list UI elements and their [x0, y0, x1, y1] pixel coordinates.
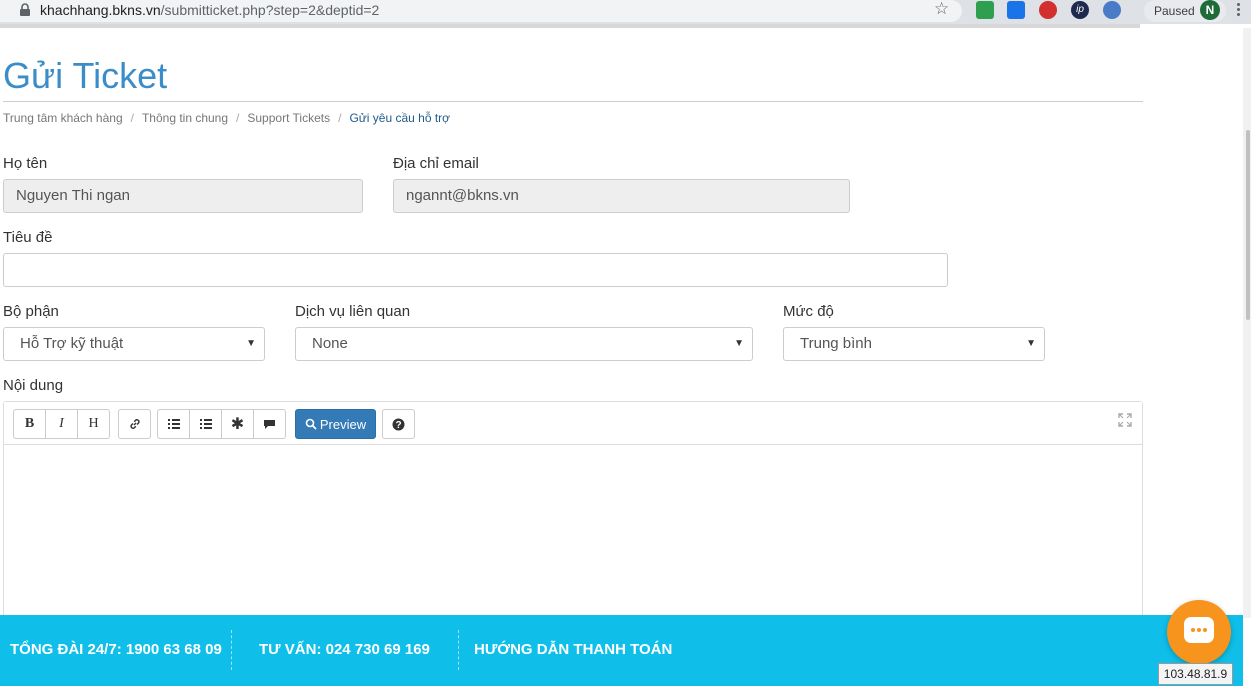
subject-label: Tiêu đề: [3, 229, 53, 246]
dropdown-arrow-icon: ▼: [1026, 338, 1036, 349]
footer-bar: TỔNG ĐÀI 24/7: 1900 63 68 09 TƯ VẤN: 024…: [0, 615, 1243, 686]
profile-status: Paused: [1154, 4, 1195, 18]
department-select[interactable]: Hỗ Trợ kỹ thuật ▼: [3, 327, 265, 361]
profile-button[interactable]: Paused N: [1144, 0, 1226, 22]
breadcrumb-current: Gửi yêu cầu hỗ trợ: [349, 111, 451, 125]
service-label: Dịch vụ liên quan: [295, 303, 411, 320]
help-button-group: ?: [382, 409, 415, 439]
dropdown-arrow-icon: ▼: [246, 338, 256, 349]
fullscreen-icon[interactable]: [1118, 413, 1132, 427]
page-title: Gửi Ticket: [3, 55, 168, 96]
content-label: Nội dung: [3, 377, 64, 394]
avatar: N: [1200, 0, 1220, 20]
chat-button[interactable]: [1167, 600, 1231, 664]
adblock-extension-icon[interactable]: [1039, 1, 1057, 19]
footer-divider: [231, 630, 232, 670]
format-button-group: B I H: [13, 409, 110, 439]
email-field[interactable]: ngannt@bkns.vn: [393, 179, 850, 213]
numbered-list-icon[interactable]: [189, 409, 222, 439]
bookmark-star-icon[interactable]: ☆: [934, 0, 949, 18]
quote-icon[interactable]: [253, 409, 286, 439]
email-label: Địa chỉ email: [393, 155, 479, 172]
asterisk-icon[interactable]: ✱: [221, 409, 254, 439]
dropdown-arrow-icon: ▼: [734, 338, 744, 349]
preview-label: Preview: [319, 416, 367, 432]
bullet-list-icon[interactable]: [157, 409, 190, 439]
heading-icon[interactable]: H: [77, 409, 110, 439]
breadcrumb-support-tickets-link[interactable]: Support Tickets: [247, 111, 330, 125]
list-button-group: ✱: [157, 409, 286, 439]
url-host: khachhang.bkns.vn: [40, 2, 161, 18]
italic-icon[interactable]: I: [45, 409, 78, 439]
page-scrollbar[interactable]: [1243, 28, 1251, 618]
svg-text:?: ?: [395, 420, 401, 431]
browser-menu-icon[interactable]: [1237, 3, 1241, 17]
extension-icon[interactable]: [1103, 1, 1121, 19]
content-editor[interactable]: B I H ✱ Preview ?: [3, 401, 1143, 621]
priority-label: Mức độ: [783, 303, 834, 320]
ip-extension-icon[interactable]: ip: [1071, 1, 1089, 19]
footer-consult[interactable]: TƯ VẤN: 024 730 69 169: [259, 641, 430, 659]
lock-icon: [20, 3, 30, 16]
link-icon[interactable]: [118, 409, 151, 439]
service-select[interactable]: None ▼: [295, 327, 753, 361]
footer-payment-guide-link[interactable]: HƯỚNG DẪN THANH TOÁN: [474, 641, 672, 659]
divider: [0, 24, 1140, 28]
search-icon: [305, 418, 317, 430]
scrollbar-thumb[interactable]: [1246, 130, 1250, 320]
extension-icon[interactable]: [976, 1, 994, 19]
priority-value: Trung bình: [800, 335, 872, 352]
department-value: Hỗ Trợ kỹ thuật: [20, 335, 124, 352]
browser-toolbar: khachhang.bkns.vn/submitticket.php?step=…: [0, 0, 1251, 24]
address-bar[interactable]: khachhang.bkns.vn/submitticket.php?step=…: [0, 0, 962, 22]
title-divider: [3, 101, 1143, 102]
url-text: khachhang.bkns.vn/submitticket.php?step=…: [40, 1, 379, 19]
preview-button[interactable]: Preview: [295, 409, 376, 439]
department-label: Bộ phận: [3, 303, 59, 320]
name-label: Họ tên: [3, 155, 48, 172]
bold-icon[interactable]: B: [13, 409, 46, 439]
subject-input[interactable]: [3, 253, 948, 287]
editor-toolbar: B I H ✱ Preview ?: [4, 402, 1142, 445]
service-value: None: [312, 335, 348, 352]
name-field[interactable]: Nguyen Thi ngan: [3, 179, 363, 213]
help-icon[interactable]: ?: [382, 409, 415, 439]
breadcrumb-general-link[interactable]: Thông tin chung: [142, 111, 228, 125]
chat-icon: [1184, 617, 1214, 643]
link-button-group: [118, 409, 151, 439]
breadcrumb: Trung tâm khách hàng / Thông tin chung / Sup…: [3, 111, 451, 125]
footer-hotline[interactable]: TỔNG ĐÀI 24/7: 1900 63 68 09: [10, 641, 222, 659]
extension-icon[interactable]: [1007, 1, 1025, 19]
ip-badge: 103.48.81.9: [1158, 663, 1233, 685]
breadcrumb-home-link[interactable]: Trung tâm khách hàng: [3, 111, 123, 125]
url-path: /submitticket.php?step=2&deptid=2: [160, 2, 380, 18]
footer-divider: [458, 630, 459, 670]
priority-select[interactable]: Trung bình ▼: [783, 327, 1045, 361]
